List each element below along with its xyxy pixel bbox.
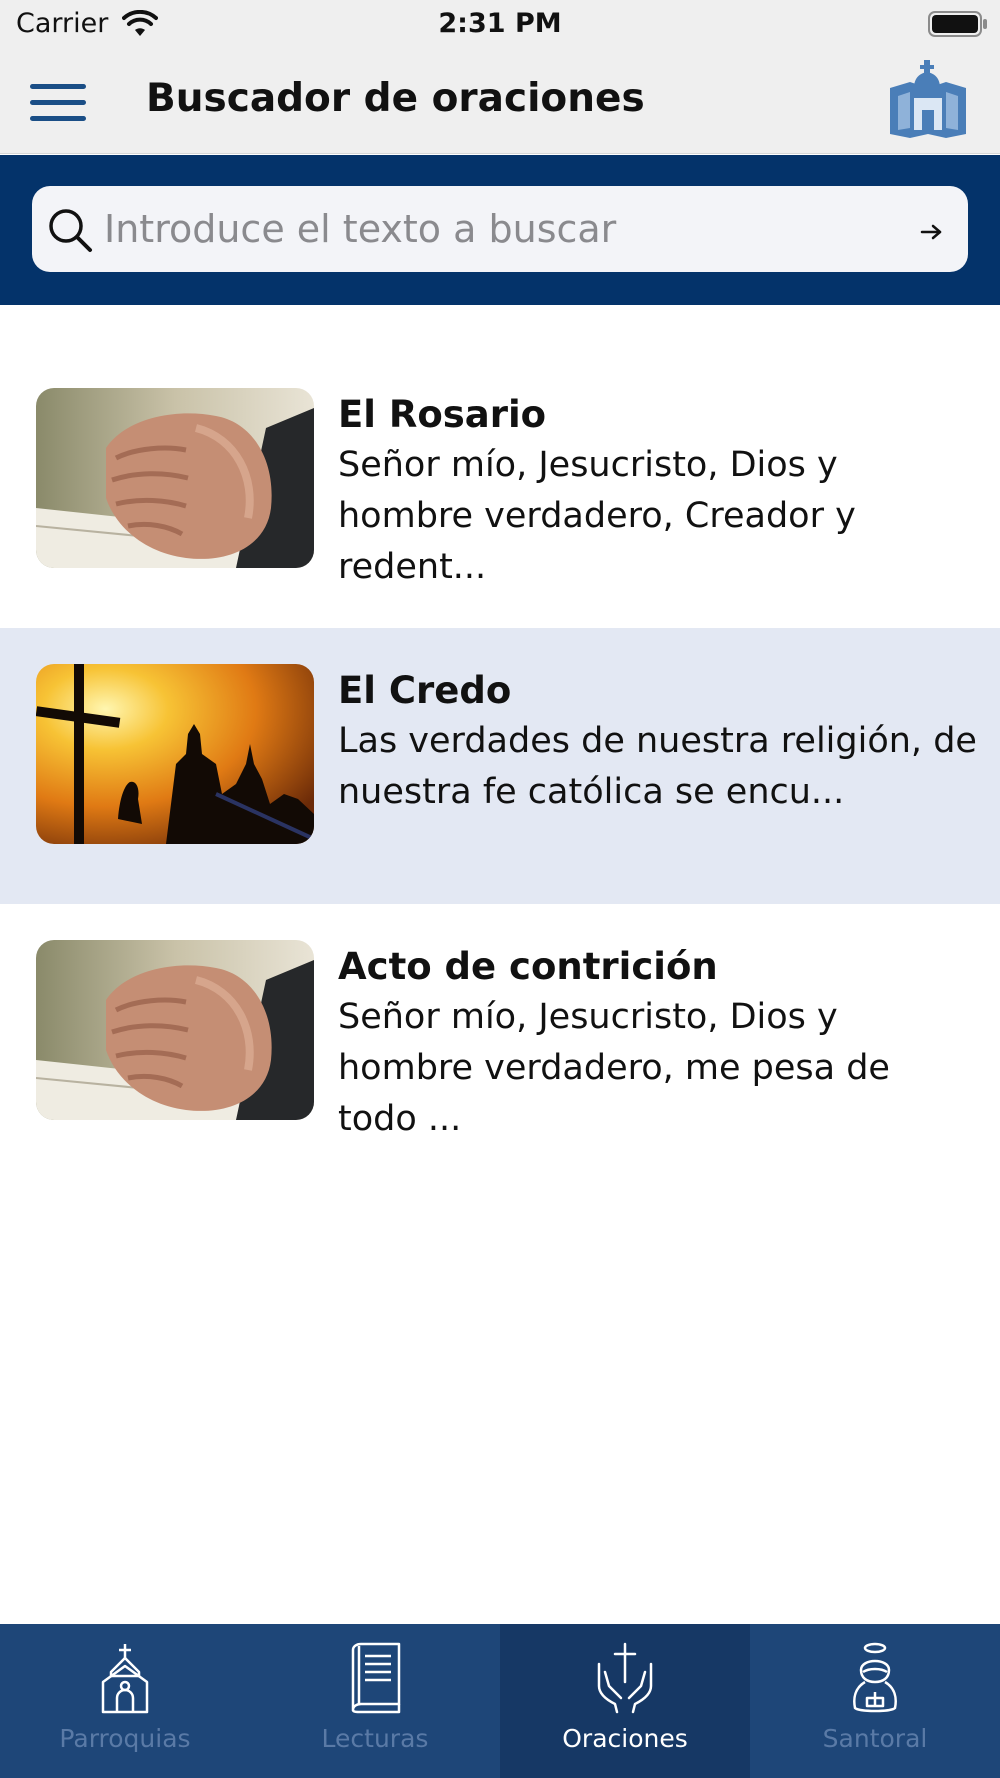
tab-lecturas[interactable]: Lecturas — [250, 1624, 500, 1778]
magnifier-icon — [49, 209, 92, 252]
search-box[interactable] — [32, 186, 968, 272]
search-header — [0, 155, 1000, 305]
battery-icon — [928, 11, 987, 37]
navigation-bar: Buscador de oraciones — [0, 50, 1000, 154]
tab-label: Santoral — [822, 1724, 928, 1753]
list-item[interactable]: El Rosario Señor mío, Jesucristo, Dios y… — [0, 352, 1000, 628]
church-logo-icon[interactable] — [886, 60, 970, 144]
praying-hands-photo — [36, 388, 314, 568]
tab-santoral[interactable]: Santoral — [750, 1624, 1000, 1778]
tab-parroquias[interactable]: Parroquias — [0, 1624, 250, 1778]
search-input[interactable] — [104, 200, 884, 258]
prayer-list: El Rosario Señor mío, Jesucristo, Dios y… — [0, 352, 1000, 1180]
praying-hands-photo — [36, 940, 314, 1120]
tab-bar: Parroquias Lecturas Oraciones Santoral — [0, 1624, 1000, 1778]
page-title: Buscador de oraciones — [146, 76, 645, 121]
prayer-description: Las verdades de nuestra religión, de nue… — [338, 721, 977, 812]
prayer-title: Acto de contrición — [338, 945, 718, 988]
tab-oraciones[interactable]: Oraciones — [500, 1624, 750, 1778]
prayer-description: Señor mío, Jesucristo, Dios y hombre ver… — [338, 997, 890, 1139]
hamburger-menu-icon[interactable] — [28, 80, 88, 124]
status-bar: Carrier 2:31 PM — [0, 0, 1000, 50]
church-icon — [101, 1644, 149, 1714]
praying-hands-cross-icon — [597, 1642, 653, 1714]
cross-sunset-photo — [36, 664, 314, 844]
prayer-description: Señor mío, Jesucristo, Dios y hombre ver… — [338, 445, 856, 587]
prayer-title: El Rosario — [338, 393, 547, 436]
list-item[interactable]: Acto de contrición Señor mío, Jesucristo… — [0, 904, 1000, 1180]
tab-label: Parroquias — [59, 1724, 191, 1753]
list-item[interactable]: El Credo Las verdades de nuestra religió… — [0, 628, 1000, 904]
book-icon — [351, 1642, 401, 1714]
tab-label: Lecturas — [321, 1724, 429, 1753]
prayer-title: El Credo — [338, 669, 512, 712]
tab-label: Oraciones — [562, 1724, 688, 1753]
arrow-right-icon[interactable] — [918, 218, 946, 246]
saint-icon — [853, 1642, 897, 1713]
clock-time: 2:31 PM — [438, 8, 562, 39]
